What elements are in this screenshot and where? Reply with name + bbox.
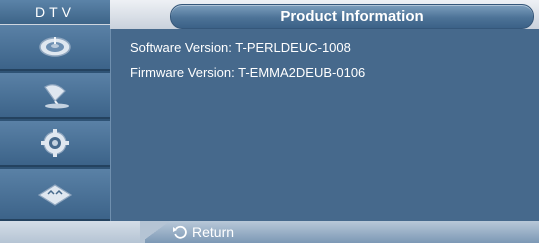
sidebar-item-antenna[interactable] xyxy=(0,73,110,119)
antenna-icon xyxy=(37,81,73,109)
tv-menu-screen: DTV Product Information Software Version… xyxy=(0,0,539,243)
sidebar-item-channel[interactable] xyxy=(0,25,110,71)
remote-icon xyxy=(35,181,75,207)
bottom-bar-notch xyxy=(140,221,170,243)
info-panel: Software Version: T-PERLDEUC-1008 Firmwa… xyxy=(110,29,539,221)
return-label: Return xyxy=(192,224,235,240)
bottom-bar: Return xyxy=(0,221,539,243)
firmware-version-text: Firmware Version: T-EMMA2DEUB-0106 xyxy=(130,65,366,80)
page-title: Product Information xyxy=(170,4,534,29)
gear-icon xyxy=(40,128,70,158)
bottom-bar-left xyxy=(0,221,145,243)
return-icon xyxy=(172,224,188,240)
software-version-text: Software Version: T-PERLDEUC-1008 xyxy=(130,40,351,55)
sidebar xyxy=(0,25,110,223)
mode-label: DTV xyxy=(0,0,110,24)
return-button[interactable]: Return xyxy=(172,221,234,243)
sidebar-item-setup[interactable] xyxy=(0,121,110,167)
satellite-dish-icon xyxy=(37,34,73,60)
sidebar-item-guide[interactable] xyxy=(0,169,110,221)
